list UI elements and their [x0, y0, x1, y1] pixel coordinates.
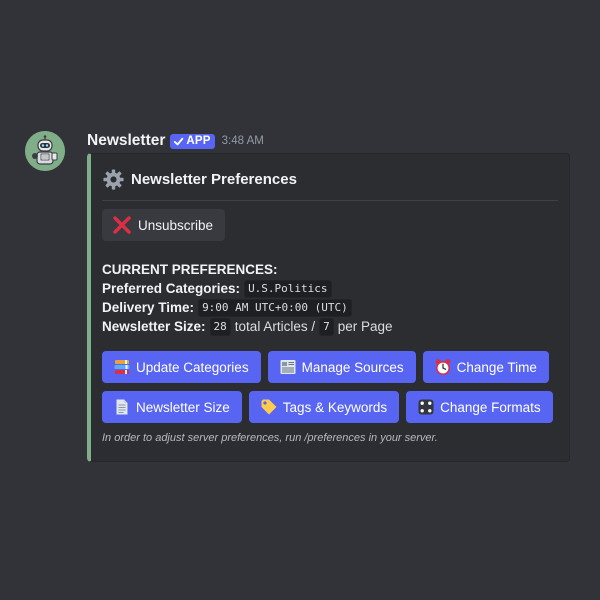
- delivery-label: Delivery Time:: [102, 300, 195, 315]
- manage-sources-button[interactable]: Manage Sources: [267, 351, 416, 383]
- embed-title-row: Newsletter Preferences: [102, 168, 297, 191]
- size-label: Newsletter Size:: [102, 319, 206, 334]
- size-per-page-value: 7: [319, 317, 334, 336]
- embed-footer: In order to adjust server preferences, r…: [102, 432, 438, 444]
- newsletter-size-button[interactable]: Newsletter Size: [102, 391, 242, 423]
- gear-icon: [103, 169, 124, 190]
- books-icon: [113, 358, 131, 376]
- categories-value: U.S.Politics: [244, 279, 332, 298]
- checkmark-icon: [174, 137, 184, 145]
- app-badge: APP: [170, 133, 215, 149]
- newsletter-size-label: Newsletter Size: [136, 399, 230, 415]
- change-time-button[interactable]: Change Time: [422, 351, 549, 383]
- current-preferences: CURRENT PREFERENCES: Preferred Categorie…: [102, 260, 393, 336]
- unsubscribe-button[interactable]: Unsubscribe: [102, 209, 226, 241]
- delivery-value: 9:00 AM UTC+0:00 (UTC): [198, 298, 352, 317]
- embed-divider: [102, 200, 558, 201]
- size-articles-text: total Articles /: [234, 319, 316, 334]
- change-time-label: Change Time: [456, 359, 537, 375]
- tag-icon: [260, 398, 278, 416]
- username[interactable]: Newsletter: [87, 132, 165, 150]
- dice-icon: [417, 398, 435, 416]
- alarm-clock-icon: [434, 358, 452, 376]
- embed-title: Newsletter Preferences: [131, 171, 297, 188]
- page-icon: [113, 398, 131, 416]
- newsletter-embed: Newsletter Preferences Unsubscribe CURRE…: [87, 153, 570, 462]
- size-per-page-text: per Page: [337, 319, 393, 334]
- robot-avatar-icon[interactable]: [25, 131, 65, 171]
- timestamp: 3:48 AM: [221, 135, 264, 147]
- preferences-heading: CURRENT PREFERENCES:: [102, 262, 278, 277]
- change-formats-button[interactable]: Change Formats: [406, 391, 553, 423]
- tags-keywords-label: Tags & Keywords: [282, 399, 388, 415]
- newspaper-icon: [279, 358, 297, 376]
- change-formats-label: Change Formats: [440, 399, 541, 415]
- manage-sources-label: Manage Sources: [301, 359, 404, 375]
- categories-label: Preferred Categories:: [102, 281, 241, 296]
- red-x-icon: [113, 216, 131, 234]
- size-articles-value: 28: [209, 317, 231, 336]
- update-categories-button[interactable]: Update Categories: [102, 351, 261, 383]
- app-badge-label: APP: [186, 135, 211, 147]
- button-row-2: Newsletter Size Tags & Keywords Change F…: [102, 391, 553, 423]
- message-header: Newsletter APP 3:48 AM: [87, 131, 264, 151]
- button-row-1: Update Categories Manage Sources Change …: [102, 351, 549, 383]
- tags-keywords-button[interactable]: Tags & Keywords: [248, 391, 400, 423]
- update-categories-label: Update Categories: [136, 359, 249, 375]
- unsubscribe-label: Unsubscribe: [138, 217, 214, 233]
